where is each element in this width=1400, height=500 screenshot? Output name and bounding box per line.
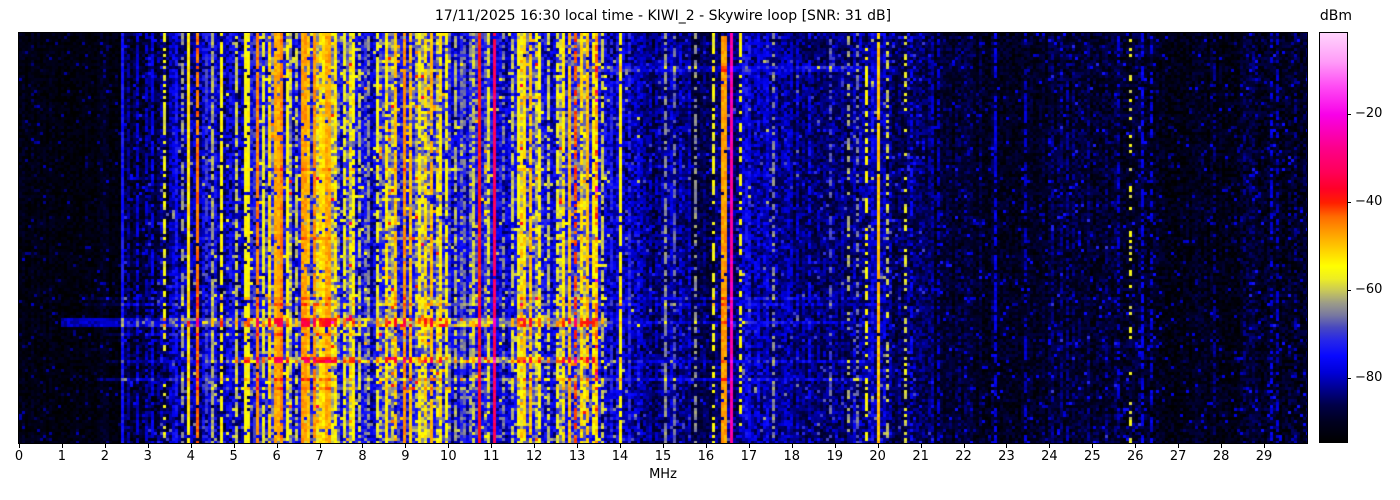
x-tick-mark xyxy=(620,444,622,448)
colorbar-tick-mark xyxy=(1347,290,1351,292)
x-tick-mark xyxy=(491,444,493,448)
x-tick-label: 1 xyxy=(57,449,67,464)
colorbar-tick-label: −40 xyxy=(1355,194,1383,210)
x-tick-label: 3 xyxy=(143,449,152,464)
x-tick-mark xyxy=(1178,444,1180,448)
x-tick-label: 6 xyxy=(272,449,281,464)
page-title: 17/11/2025 16:30 local time - KIWI_2 - S… xyxy=(434,8,892,24)
colorbar-tick-mark xyxy=(1347,114,1351,116)
x-tick-mark xyxy=(276,444,278,448)
x-tick-label: 8 xyxy=(358,449,367,464)
x-axis-label: MHz xyxy=(649,467,677,482)
x-tick-label: 5 xyxy=(229,449,238,464)
x-tick-mark xyxy=(577,444,579,448)
colorbar-tick-mark xyxy=(1347,378,1351,380)
x-tick-label: 29 xyxy=(1255,449,1273,464)
x-tick-label: 13 xyxy=(568,449,586,464)
x-tick-mark xyxy=(834,444,836,448)
spectrogram-page: 17/11/2025 16:30 local time - KIWI_2 - S… xyxy=(0,0,1400,500)
x-tick-label: 19 xyxy=(826,449,843,464)
x-tick-mark xyxy=(705,444,707,448)
x-tick-mark xyxy=(663,444,664,448)
x-tick-mark xyxy=(1264,444,1266,448)
x-tick-mark xyxy=(1092,444,1094,448)
x-tick-mark xyxy=(920,444,922,448)
x-tick-mark xyxy=(233,444,235,448)
x-tick-label: 4 xyxy=(186,449,195,464)
colorbar-unit-label: dBm xyxy=(1319,8,1353,24)
colorbar-tick-label: −80 xyxy=(1355,370,1383,386)
x-tick-mark xyxy=(1006,444,1008,448)
x-tick-label: 15 xyxy=(654,449,672,464)
x-tick-mark xyxy=(791,444,793,448)
colorbar-tick-mark xyxy=(1347,202,1351,204)
x-tick-label: 10 xyxy=(440,449,457,464)
x-tick-label: 17 xyxy=(740,449,758,464)
x-tick-label: 27 xyxy=(1169,449,1187,464)
x-tick-mark xyxy=(405,444,407,448)
x-tick-mark xyxy=(19,444,20,448)
x-tick-label: 22 xyxy=(955,449,972,464)
x-tick-mark xyxy=(748,444,750,448)
waterfall-heatmap xyxy=(18,32,1308,444)
colorbar-tick-label: −60 xyxy=(1355,282,1383,298)
x-tick-label: 16 xyxy=(697,449,715,464)
x-tick-label: 21 xyxy=(912,449,929,464)
x-tick-label: 23 xyxy=(998,449,1015,464)
colorbar xyxy=(1319,32,1348,443)
x-tick-label: 18 xyxy=(783,449,801,464)
x-tick-mark xyxy=(534,444,536,448)
colorbar-tick-label: −20 xyxy=(1355,106,1383,122)
x-tick-label: 20 xyxy=(869,449,886,464)
x-tick-label: 11 xyxy=(482,449,500,464)
x-tick-label: 0 xyxy=(14,449,24,464)
x-tick-mark xyxy=(190,444,192,448)
x-tick-mark xyxy=(1221,444,1223,448)
x-tick-mark xyxy=(319,444,321,448)
x-tick-label: 12 xyxy=(525,449,543,464)
x-tick-mark xyxy=(877,444,879,448)
x-tick-mark xyxy=(61,444,63,448)
x-tick-label: 28 xyxy=(1212,449,1230,464)
x-tick-mark xyxy=(147,444,149,448)
x-tick-mark xyxy=(1135,444,1137,448)
x-tick-label: 26 xyxy=(1126,449,1144,464)
x-tick-mark xyxy=(1049,444,1051,448)
x-tick-mark xyxy=(963,444,965,448)
x-tick-label: 7 xyxy=(315,449,324,464)
x-tick-label: 2 xyxy=(100,449,109,464)
x-tick-mark xyxy=(104,444,106,448)
x-tick-label: 24 xyxy=(1041,449,1058,464)
x-tick-label: 25 xyxy=(1084,449,1101,464)
x-tick-label: 14 xyxy=(611,449,629,464)
x-tick-mark xyxy=(448,444,450,448)
x-tick-mark xyxy=(362,444,364,448)
x-tick-label: 9 xyxy=(401,449,410,464)
